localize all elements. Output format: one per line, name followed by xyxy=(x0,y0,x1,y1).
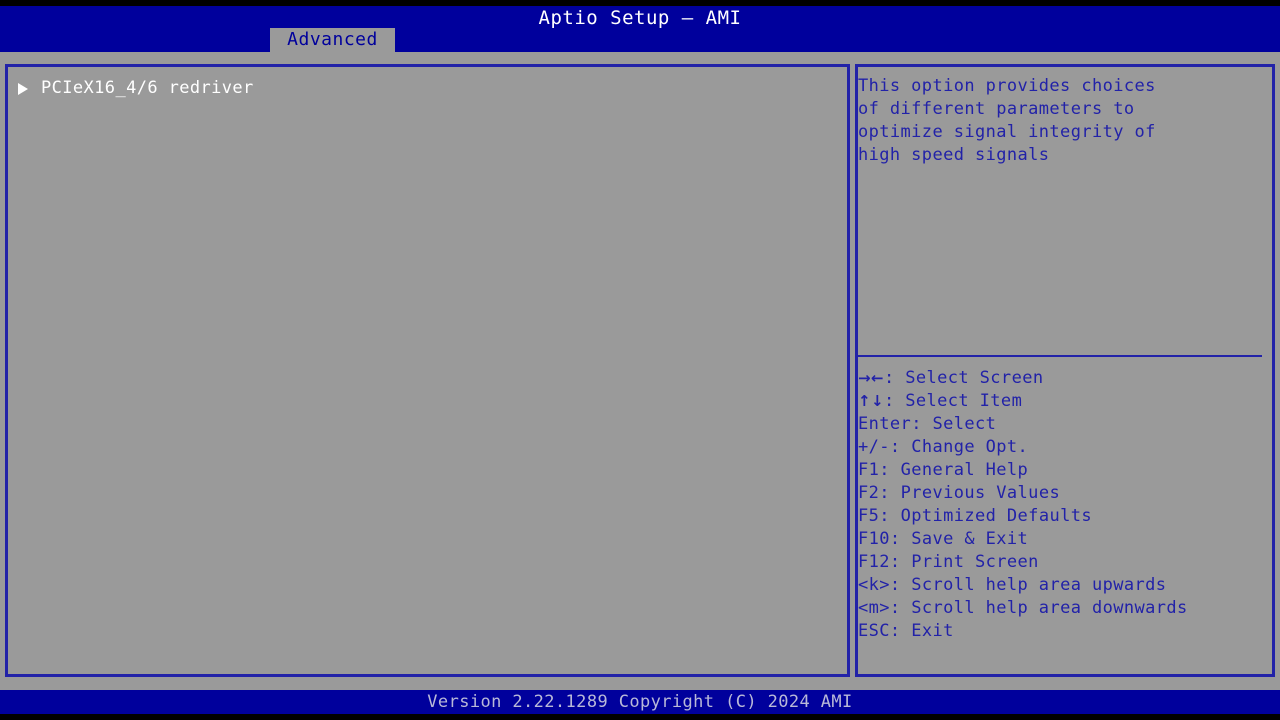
legend-item-save-exit: F10: Save & Exit xyxy=(858,528,1268,551)
legend-text: : xyxy=(883,368,906,388)
legend-action: Scroll help area downwards xyxy=(911,598,1188,618)
legend-action: Print Screen xyxy=(911,552,1039,572)
legend-text: : xyxy=(889,575,912,595)
legend-action: Optimized Defaults xyxy=(900,506,1092,526)
legend-key: F2 xyxy=(858,483,880,503)
key-legend: →←: Select Screen ↑↓: Select Item Enter:… xyxy=(858,367,1268,643)
help-divider xyxy=(858,355,1262,357)
legend-action: Previous Values xyxy=(900,483,1061,503)
legend-item-general-help: F1: General Help xyxy=(858,459,1268,482)
legend-text: : xyxy=(889,552,912,572)
settings-list: PCIeX16_4/6 redriver xyxy=(8,75,847,101)
help-description: This option provides choices of differen… xyxy=(858,75,1262,167)
legend-item-select-item: ↑↓: Select Item xyxy=(858,390,1268,413)
legend-item-print-screen: F12: Print Screen xyxy=(858,551,1268,574)
legend-item-scroll-up: <k>: Scroll help area upwards xyxy=(858,574,1268,597)
legend-item-change-opt: +/-: Change Opt. xyxy=(858,436,1268,459)
legend-key: F10 xyxy=(858,529,890,549)
legend-key: F12 xyxy=(858,552,890,572)
legend-item-optimized-defaults: F5: Optimized Defaults xyxy=(858,505,1268,528)
bios-setup-screen: Aptio Setup – AMI Advanced PCIeX16_4/6 r… xyxy=(0,0,1280,720)
help-line: This option provides choices xyxy=(858,76,1156,96)
help-line: high speed signals xyxy=(858,145,1050,165)
submenu-triangle-icon xyxy=(17,75,33,101)
legend-text: : xyxy=(889,437,912,457)
legend-text: : xyxy=(889,598,912,618)
legend-action: Select Item xyxy=(905,391,1023,411)
bottom-black-strip xyxy=(0,714,1280,720)
help-line: of different parameters to xyxy=(858,99,1135,119)
legend-key: ESC xyxy=(858,621,890,641)
arrow-up-down-icon: ↑↓ xyxy=(858,392,884,410)
legend-text: : xyxy=(889,529,912,549)
page-title: Aptio Setup – AMI xyxy=(538,7,742,29)
legend-item-select-screen: →←: Select Screen xyxy=(858,367,1268,390)
help-panel: This option provides choices of differen… xyxy=(855,64,1275,677)
version-text: Version 2.22.1289 Copyright (C) 2024 AMI xyxy=(427,692,853,712)
legend-text: : xyxy=(883,391,906,411)
legend-text: : xyxy=(879,460,901,480)
settings-panel: PCIeX16_4/6 redriver xyxy=(5,64,850,677)
legend-text: : xyxy=(879,483,901,503)
list-item-label: PCIeX16_4/6 redriver xyxy=(41,78,254,98)
legend-text: : xyxy=(889,621,912,641)
legend-key: F5 xyxy=(858,506,880,526)
legend-action: Scroll help area upwards xyxy=(911,575,1167,595)
legend-key: <m> xyxy=(858,598,890,618)
legend-text: : xyxy=(911,414,933,434)
legend-key: F1 xyxy=(858,460,880,480)
legend-action: Save & Exit xyxy=(911,529,1029,549)
legend-text: : xyxy=(879,506,901,526)
legend-item-enter: Enter: Select xyxy=(858,413,1268,436)
legend-action: Select Screen xyxy=(905,368,1044,388)
legend-action: Exit xyxy=(911,621,954,641)
legend-item-previous-values: F2: Previous Values xyxy=(858,482,1268,505)
legend-key: <k> xyxy=(858,575,890,595)
help-line: optimize signal integrity of xyxy=(858,122,1156,142)
legend-key: Enter xyxy=(858,414,912,434)
arrow-right-left-icon: →← xyxy=(858,369,884,387)
legend-action: Change Opt. xyxy=(911,437,1029,457)
legend-action: General Help xyxy=(900,460,1029,480)
tab-advanced[interactable]: Advanced xyxy=(270,28,395,52)
legend-item-esc-exit: ESC: Exit xyxy=(858,620,1268,643)
legend-action: Select xyxy=(932,414,997,434)
list-item-pcie-redriver[interactable]: PCIeX16_4/6 redriver xyxy=(8,75,847,101)
legend-key: +/- xyxy=(858,437,890,457)
legend-item-scroll-down: <m>: Scroll help area downwards xyxy=(858,597,1268,620)
